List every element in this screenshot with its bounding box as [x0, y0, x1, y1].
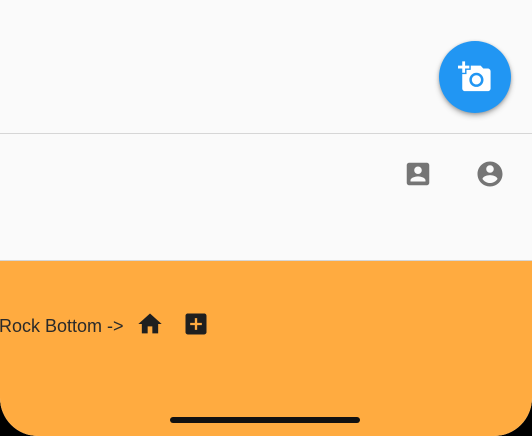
- rock-bottom-label: Rock Bottom ->: [0, 315, 124, 336]
- bottom-bar: Rock Bottom ->: [0, 261, 532, 436]
- contact-button[interactable]: [403, 161, 433, 191]
- bottom-row: Rock Bottom ->: [0, 311, 210, 341]
- home-icon: [136, 310, 164, 343]
- account-circle-icon: [475, 159, 505, 194]
- add-box-button[interactable]: [182, 312, 210, 340]
- top-section: [0, 0, 532, 134]
- add-a-photo-icon: [458, 60, 492, 94]
- add-box-icon: [182, 310, 210, 343]
- contact-card-icon: [403, 159, 433, 194]
- middle-section: [0, 134, 532, 261]
- home-button[interactable]: [136, 312, 164, 340]
- home-indicator[interactable]: [170, 417, 360, 423]
- add-photo-fab[interactable]: [439, 41, 511, 113]
- account-button[interactable]: [475, 161, 505, 191]
- app-screen: Rock Bottom ->: [0, 0, 532, 436]
